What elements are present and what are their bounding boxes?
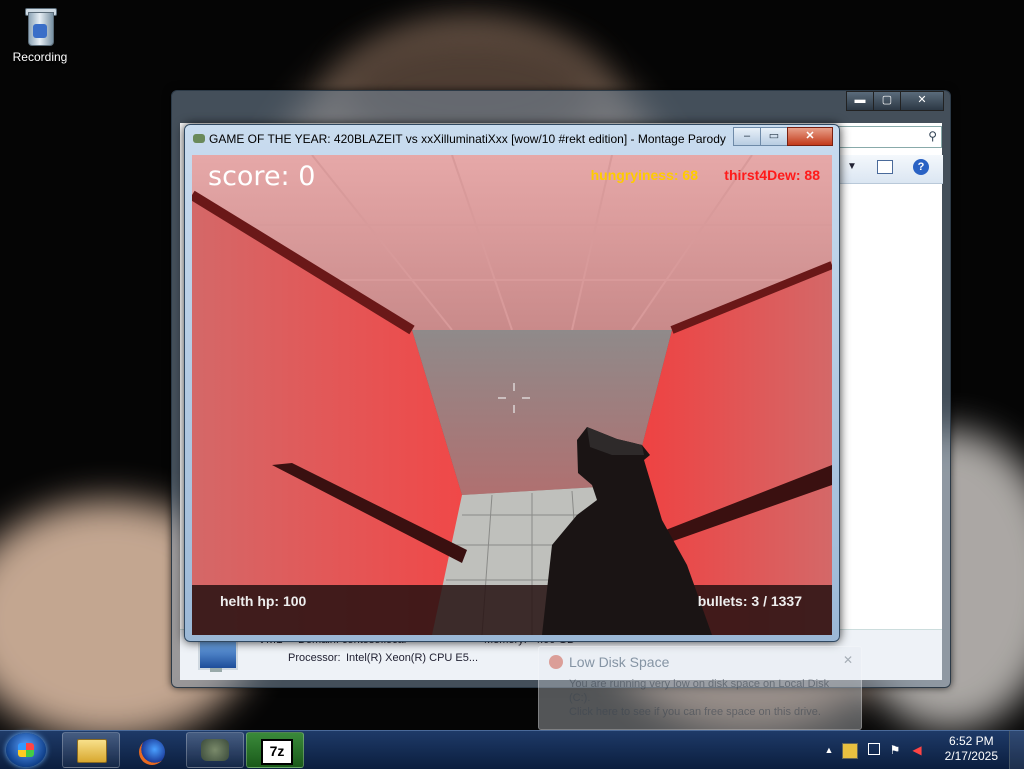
- clock-date: 2/17/2025: [944, 749, 998, 763]
- computer-icon: [198, 640, 238, 670]
- processor-value: Intel(R) Xeon(R) CPU E5...: [346, 652, 479, 664]
- taskbar-7zip-button[interactable]: 7z: [246, 732, 304, 768]
- search-input[interactable]: ⚲: [836, 126, 942, 148]
- volume-muted-icon[interactable]: ◀: [910, 743, 924, 757]
- folder-icon: [77, 739, 107, 763]
- game-close-button[interactable]: ✕: [787, 127, 833, 146]
- clock-time: 6:52 PM: [948, 734, 994, 748]
- recycle-bin-label: Recording: [12, 50, 68, 64]
- recycle-bin-icon: [23, 6, 57, 46]
- game-titlebar[interactable]: GAME OF THE YEAR: 420BLAZEIT vs xxXillum…: [191, 129, 729, 149]
- game-scene: [192, 155, 832, 635]
- health-label: helth hp: 100: [220, 593, 307, 609]
- game-icon: [201, 739, 229, 761]
- taskbar-firefox-button[interactable]: [124, 732, 182, 768]
- game-window[interactable]: GAME OF THE YEAR: 420BLAZEIT vs xxXillum…: [184, 124, 840, 642]
- game-app-icon: [193, 134, 205, 143]
- flag-icon[interactable]: ⚑: [888, 743, 902, 757]
- explorer-close-button[interactable]: ✕: [900, 91, 944, 111]
- game-minimize-button[interactable]: –: [733, 127, 761, 146]
- explorer-minimize-button[interactable]: ▬: [846, 91, 874, 111]
- game-viewport[interactable]: score: 0 hungryiness: 68 thirst4Dew: 88 …: [192, 155, 832, 635]
- windows-logo-icon: [18, 743, 34, 757]
- thirst-meter: thirst4Dew: 88: [724, 167, 820, 183]
- processor-label: Processor:: [288, 652, 341, 664]
- action-center-warning-icon[interactable]: [842, 743, 858, 759]
- explorer-maximize-button[interactable]: ▢: [873, 91, 901, 111]
- chevron-down-icon[interactable]: ▼: [847, 161, 857, 172]
- taskbar-game-button[interactable]: [186, 732, 244, 768]
- notification-body[interactable]: You are running very low on disk space o…: [569, 677, 849, 719]
- show-hidden-icons-icon[interactable]: ▲: [822, 743, 836, 757]
- notification-body-line1: You are running very low on disk space o…: [569, 678, 830, 704]
- ammo-counter: bullets: 3 / 1337: [697, 593, 802, 609]
- explorer-window-controls: ▬ ▢ ✕: [846, 91, 944, 111]
- taskbar: 7z ▲ ⚑ ◀ 6:52 PM 2/17/2025: [0, 730, 1024, 769]
- search-icon[interactable]: ⚲: [928, 129, 937, 143]
- clock[interactable]: 6:52 PM 2/17/2025: [945, 734, 998, 764]
- explorer-toolbar: ▼ ?: [837, 155, 943, 184]
- error-icon: [549, 655, 563, 669]
- game-window-controls: – ▭ ✕: [733, 127, 833, 146]
- game-window-title: GAME OF THE YEAR: 420BLAZEIT vs xxXillum…: [209, 132, 729, 146]
- score-label: score: 0: [208, 161, 316, 192]
- game-maximize-button[interactable]: ▭: [760, 127, 788, 146]
- system-tray: ▲ ⚑ ◀ 6:52 PM 2/17/2025: [808, 731, 1024, 769]
- notification-title: Low Disk Space: [569, 654, 670, 670]
- notification-body-line2: Click here to see if you can free space …: [569, 706, 821, 718]
- network-icon[interactable]: [868, 743, 880, 755]
- show-desktop-button[interactable]: [1009, 731, 1024, 769]
- firefox-icon: [139, 739, 165, 765]
- help-icon[interactable]: ?: [913, 159, 929, 175]
- taskbar-explorer-button[interactable]: [62, 732, 120, 768]
- start-button[interactable]: [6, 733, 46, 767]
- recycle-bin-shortcut[interactable]: Recording: [8, 6, 72, 64]
- 7zip-icon: 7z: [261, 739, 293, 765]
- hunger-meter: hungryiness: 68: [590, 167, 698, 183]
- preview-pane-icon[interactable]: [877, 160, 893, 174]
- low-disk-space-notification[interactable]: Low Disk Space ✕ You are running very lo…: [538, 646, 862, 730]
- notification-close-icon[interactable]: ✕: [843, 653, 853, 667]
